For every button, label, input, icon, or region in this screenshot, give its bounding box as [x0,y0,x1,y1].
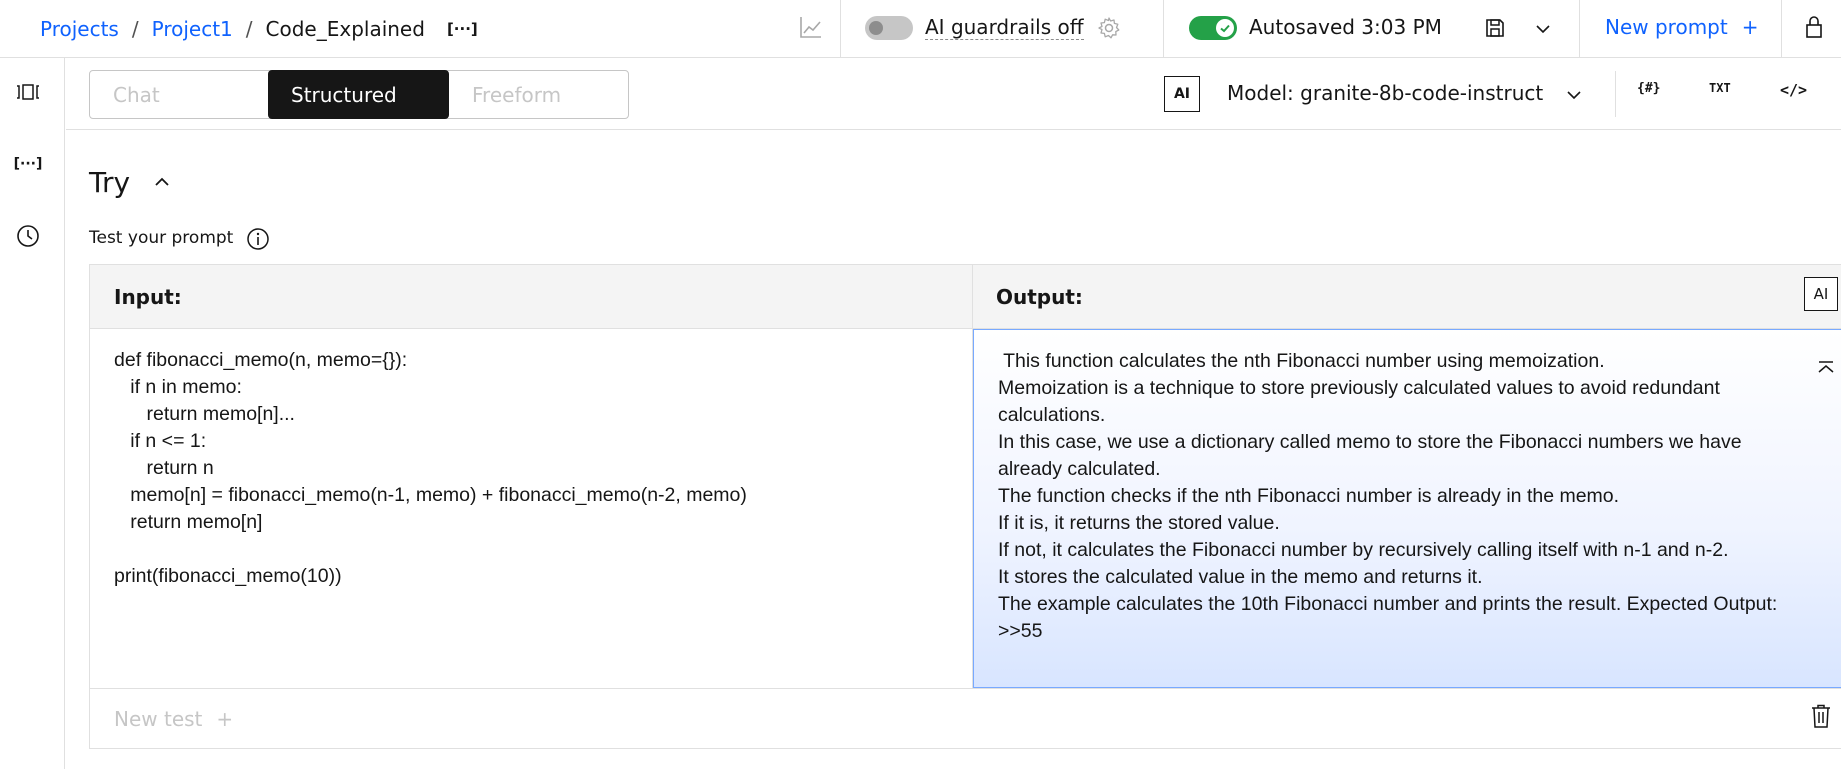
token-icon[interactable]: {#} [1637,81,1660,96]
guardrails-toggle[interactable] [865,16,913,40]
output-ai-badge: AI [1804,277,1838,311]
clock-icon [17,225,39,247]
prompt-variables-icon[interactable]: [···] [447,20,478,38]
test-table: Input: Output: def fibonacci_memo(n, mem… [89,264,1841,749]
output-column-header: Output: [996,285,1083,309]
header-divider [1163,0,1164,58]
autosave-toggle[interactable] [1189,16,1237,40]
output-line: The function checks if the nth Fibonacci… [998,485,1620,507]
breadcrumb-project1[interactable]: Project1 [152,17,233,41]
toggle-knob [1216,19,1234,37]
output-line: The example calculates the 10th Fibonacc… [998,593,1778,642]
output-line: In this case, we use a dictionary called… [998,431,1742,480]
input-field[interactable]: def fibonacci_memo(n, memo={}): if n in … [90,329,972,687]
chevron-down-icon[interactable] [1533,19,1553,39]
header-divider [1781,0,1782,58]
output-field[interactable]: This function calculates the nth Fibonac… [973,329,1841,688]
save-icon[interactable] [1484,17,1506,39]
tab-freeform[interactable]: Freeform [449,70,629,119]
new-prompt-label: New prompt [1605,15,1728,39]
tab-chat[interactable]: Chat [90,70,270,119]
table-footer-row: New test + [90,688,1841,749]
plus-icon: + [216,707,234,731]
variables-icon[interactable]: [···] [14,150,43,178]
breadcrumb-separator: / [245,17,253,41]
table-header-row: Input: Output: [90,265,1841,329]
history-icon[interactable] [14,222,42,250]
output-line: If not, it calculates the Fibonacci numb… [998,539,1729,561]
mode-switcher: Chat Structured Freeform [89,70,629,119]
toggle-knob [869,21,883,35]
trash-icon[interactable] [1809,703,1833,729]
info-icon[interactable] [246,227,270,251]
model-selector[interactable]: Model: granite-8b-code-instruct [1227,81,1543,105]
breadcrumb-projects[interactable]: Projects [40,17,119,41]
output-line: It stores the calculated value in the me… [998,566,1483,588]
compare-icon[interactable] [14,78,42,106]
chevron-up-icon[interactable] [152,172,172,192]
new-prompt-button[interactable]: New prompt + [1605,15,1758,39]
tab-structured[interactable]: Structured [268,70,449,119]
try-section-title: Try [89,166,131,199]
left-rail: [···] [0,58,65,769]
autosave-status: Autosaved 3:03 PM [1249,15,1442,39]
txt-icon[interactable]: TXT [1709,81,1731,95]
top-header: Projects / Project1 / Code_Explained [··… [0,0,1841,58]
header-divider [840,0,841,58]
prompt-toolbar: Chat Structured Freeform AI Model: grani… [66,59,1841,130]
gear-icon[interactable] [1097,16,1121,40]
breadcrumb: Projects / Project1 / Code_Explained [··… [40,0,478,58]
checkmark-icon [1220,24,1230,33]
new-test-button[interactable]: New test + [114,707,233,731]
code-icon[interactable]: </> [1780,81,1807,99]
header-divider [1579,0,1580,58]
new-test-label: New test [114,707,203,731]
collapse-icon[interactable] [1815,358,1837,380]
toolbar-divider [1615,71,1616,117]
breadcrumb-current: Code_Explained [265,17,425,41]
ai-badge: AI [1164,76,1200,112]
test-prompt-label: Test your prompt [89,228,234,248]
input-column-header: Input: [114,285,182,309]
output-line: This function calculates the nth Fibonac… [998,350,1605,372]
compare-icon-svg [17,84,39,100]
output-line: Memoization is a technique to store prev… [998,377,1720,426]
breadcrumb-separator: / [131,17,139,41]
lock-icon[interactable] [1802,14,1826,40]
chart-icon[interactable] [798,14,824,40]
chevron-down-icon[interactable] [1564,85,1584,105]
output-line: If it is, it returns the stored value. [998,512,1280,534]
plus-icon: + [1741,15,1759,39]
guardrails-label[interactable]: AI guardrails off [925,15,1084,40]
